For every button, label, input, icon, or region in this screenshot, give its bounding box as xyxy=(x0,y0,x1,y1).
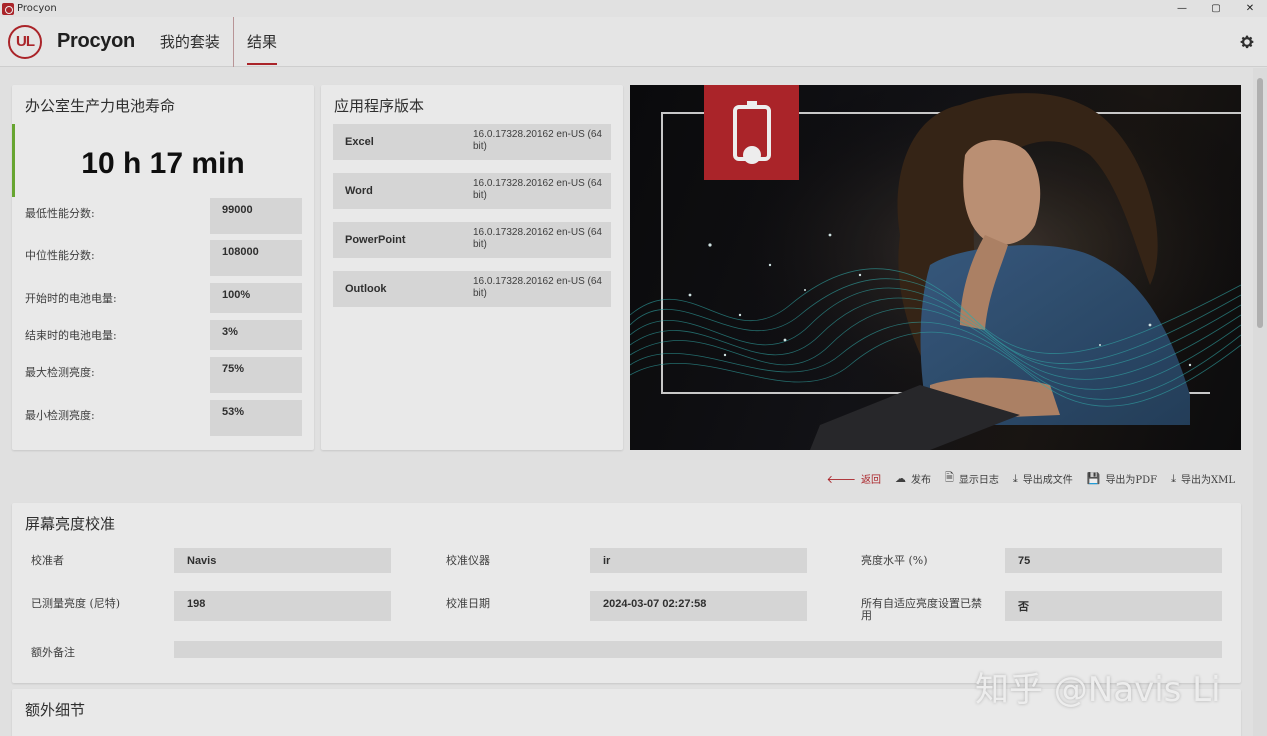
app-name: PowerPoint xyxy=(345,234,406,246)
publish-button[interactable]: ☁ 发布 xyxy=(895,471,931,486)
back-label: 返回 xyxy=(861,475,881,486)
instrument-label: 校准仪器 xyxy=(446,554,490,567)
notes-value xyxy=(174,641,1222,658)
calibration-title: 屏幕亮度校准 xyxy=(25,515,116,533)
back-button[interactable]: 🡐 返回 xyxy=(826,471,882,487)
show-log-button[interactable]: 🗎 显示日志 xyxy=(945,469,999,488)
app-row: Word 16.0.17328.20162 en-US (64 bit) xyxy=(333,173,611,209)
measured-brightness-value: 198 xyxy=(174,591,391,621)
app-versions-card: 应用程序版本 Excel 16.0.17328.20162 en-US (64 … xyxy=(321,85,623,450)
app-version: 16.0.17328.20162 en-US (64 bit) xyxy=(473,129,602,152)
document-icon: 🗎 xyxy=(945,471,954,484)
app-versions-title: 应用程序版本 xyxy=(334,97,425,115)
export-xml-label: 导出为XML xyxy=(1181,475,1235,486)
download-icon: ⤓ xyxy=(1171,471,1176,485)
tab-results[interactable]: 结果 xyxy=(234,17,290,67)
window-title: Procyon xyxy=(17,3,57,14)
metric-label: 最大检测亮度: xyxy=(25,366,95,379)
instrument-value: ir xyxy=(590,548,807,573)
watermark: 知乎 @Navis Li xyxy=(975,670,1221,710)
calibrator-label: 校准者 xyxy=(31,554,64,567)
back-arrow-icon: 🡐 xyxy=(826,472,857,486)
calibration-date-value: 2024-03-07 02:27:58 xyxy=(590,591,807,621)
battery-life-card: 办公室生产力电池寿命 10 h 17 min 最低性能分数: 99000 中位性… xyxy=(12,85,314,450)
ul-logo: UL xyxy=(8,24,42,59)
export-xml-button[interactable]: ⤓ 导出为XML xyxy=(1171,471,1235,487)
calibration-date-label: 校准日期 xyxy=(446,597,490,610)
calibrator-value: Navis xyxy=(174,548,391,573)
metric-value: 100% xyxy=(210,283,302,313)
export-pdf-label: 导出为PDF xyxy=(1105,475,1158,486)
export-file-label: 导出成文件 xyxy=(1022,475,1073,486)
metric-label: 中位性能分数: xyxy=(25,249,95,262)
download-icon: ⤓ xyxy=(1012,471,1018,485)
brand-name: Procyon xyxy=(57,30,135,52)
scrollbar-thumb[interactable] xyxy=(1257,78,1263,328)
hero-illustration xyxy=(630,85,1241,450)
tab-results-label: 结果 xyxy=(246,33,277,51)
metric-value: 75% xyxy=(210,357,302,393)
tab-my-suites-label: 我的套装 xyxy=(159,33,220,51)
save-icon: 💾 xyxy=(1086,472,1101,485)
metric-label: 开始时的电池电量: xyxy=(25,292,117,305)
metric-label: 最小检测亮度: xyxy=(25,409,95,422)
adaptive-brightness-value: 否 xyxy=(1005,591,1222,621)
battery-icon xyxy=(728,99,776,167)
app-name: Word xyxy=(345,185,373,197)
vertical-scrollbar[interactable] xyxy=(1253,68,1267,736)
app-name: Excel xyxy=(345,136,374,148)
cloud-upload-icon: ☁ xyxy=(895,472,906,485)
notes-label: 额外备注 xyxy=(31,646,75,659)
adaptive-brightness-label: 所有自适应亮度设置已禁用 xyxy=(861,597,982,622)
extra-details-title: 额外细节 xyxy=(25,701,86,719)
metric-value: 99000 xyxy=(210,198,302,234)
app-row: Excel 16.0.17328.20162 en-US (64 bit) xyxy=(333,124,611,160)
metric-label: 结束时的电池电量: xyxy=(25,329,117,342)
app-version: 16.0.17328.20162 en-US (64 bit) xyxy=(473,276,602,299)
export-file-button[interactable]: ⤓ 导出成文件 xyxy=(1012,471,1073,487)
window-controls: — ▢ ✕ xyxy=(1165,0,1267,17)
app-header: UL Procyon 我的套装 结果 xyxy=(0,16,1267,67)
app-row: Outlook 16.0.17328.20162 en-US (64 bit) xyxy=(333,271,611,307)
action-bar: 🡐 返回 ☁ 发布 🗎 显示日志 ⤓ 导出成文件 💾 导出为PDF ⤓ 导出为X… xyxy=(827,469,1236,488)
app-icon xyxy=(2,2,14,15)
measured-brightness-label: 已测量亮度 (尼特) xyxy=(31,597,121,610)
brightness-level-label: 亮度水平 (%) xyxy=(861,554,928,567)
app-name: Outlook xyxy=(345,283,387,295)
brightness-level-value: 75 xyxy=(1005,548,1222,573)
minimize-button[interactable]: — xyxy=(1165,0,1199,17)
publish-label: 发布 xyxy=(911,475,931,486)
app-version: 16.0.17328.20162 en-US (64 bit) xyxy=(473,227,602,250)
hero-image xyxy=(630,85,1241,450)
battery-life-score: 10 h 17 min xyxy=(81,147,245,180)
metric-value: 53% xyxy=(210,400,302,436)
gear-icon[interactable] xyxy=(1239,34,1255,50)
window-titlebar: Procyon — ▢ ✕ xyxy=(0,0,1267,17)
metric-value: 108000 xyxy=(210,240,302,276)
maximize-button[interactable]: ▢ xyxy=(1199,0,1233,17)
battery-life-title: 办公室生产力电池寿命 xyxy=(25,97,176,115)
logo-text: UL xyxy=(16,33,35,50)
show-log-label: 显示日志 xyxy=(958,475,999,486)
export-pdf-button[interactable]: 💾 导出为PDF xyxy=(1087,471,1157,486)
brightness-calibration-card: 屏幕亮度校准 校准者 Navis 校准仪器 ir 亮度水平 (%) 75 已测量… xyxy=(12,503,1241,683)
app-version: 16.0.17328.20162 en-US (64 bit) xyxy=(473,178,602,201)
app-row: PowerPoint 16.0.17328.20162 en-US (64 bi… xyxy=(333,222,611,258)
metric-label: 最低性能分数: xyxy=(25,207,95,220)
close-button[interactable]: ✕ xyxy=(1233,0,1267,17)
metric-value: 3% xyxy=(210,320,302,350)
tab-my-suites[interactable]: 我的套装 xyxy=(147,16,234,67)
